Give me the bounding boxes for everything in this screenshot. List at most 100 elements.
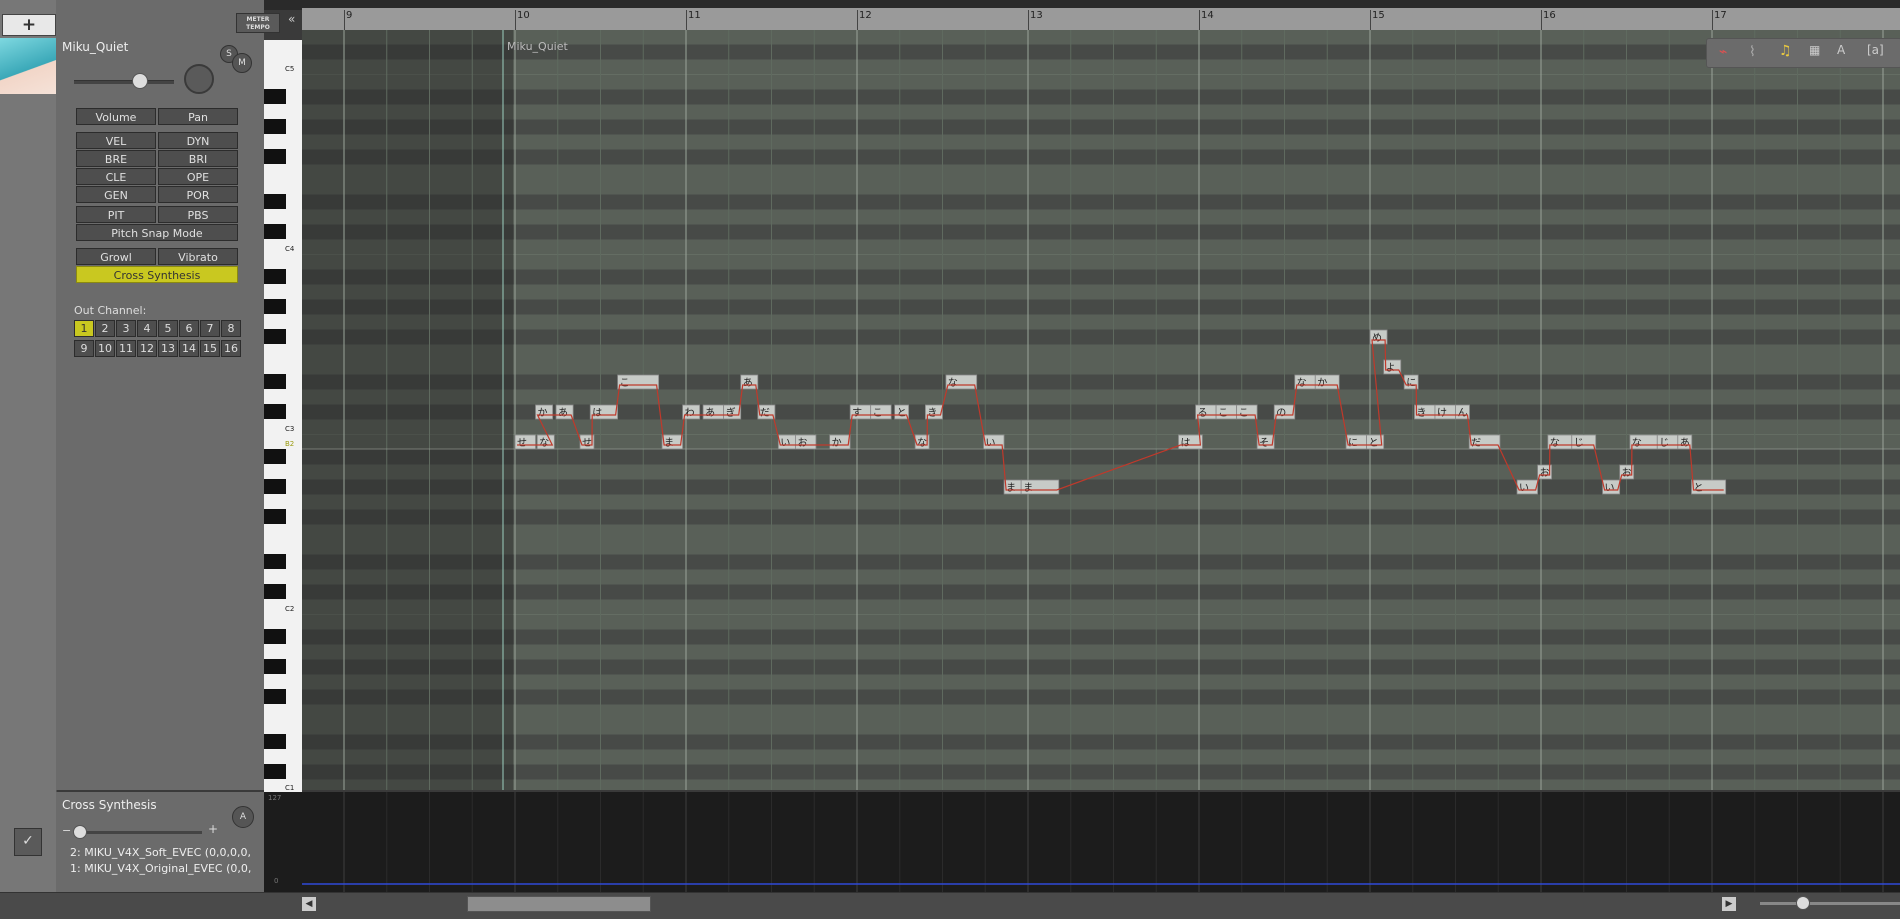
singer-avatar[interactable] — [0, 38, 56, 94]
gen-button[interactable]: GEN — [76, 186, 156, 203]
zoom-slider[interactable] — [1760, 902, 1900, 905]
piano-black-key[interactable] — [264, 554, 286, 569]
meter-tempo-button[interactable]: METER TEMPO — [236, 13, 280, 33]
pbs-button[interactable]: PBS — [158, 206, 238, 223]
out-channel-10[interactable]: 10 — [95, 340, 115, 357]
note-lyric: な — [917, 437, 927, 449]
snap-icon[interactable]: ▦ — [1809, 43, 1820, 57]
horizontal-scrollbar[interactable] — [0, 892, 1900, 919]
bar-tick — [1541, 10, 1542, 30]
volume-slider-track[interactable] — [74, 80, 174, 84]
control-min-label: 0 — [274, 877, 279, 885]
out-channel-14[interactable]: 14 — [179, 340, 199, 357]
timeline-ruler[interactable] — [302, 8, 1900, 31]
line-tool-icon[interactable]: ⌇ — [1749, 44, 1756, 60]
dyn-button[interactable]: DYN — [158, 132, 238, 149]
note-row — [302, 134, 1900, 150]
piano-roll-grid[interactable]: Miku_Quiet せなかあせはこまわあぎあだいおかすことなきないままはるここそ… — [302, 30, 1900, 790]
bar-tick — [1028, 10, 1029, 30]
tool-palette: ⌁ ⌇ ♫ ▦ A [a] — [1706, 38, 1900, 68]
vel-button[interactable]: VEL — [76, 132, 156, 149]
vibrato-button[interactable]: Vibrato — [158, 248, 238, 265]
phoneme-icon[interactable]: [a] — [1867, 43, 1884, 57]
piano-black-key[interactable] — [264, 374, 286, 389]
pit-button[interactable]: PIT — [76, 206, 156, 223]
piano-black-key[interactable] — [264, 299, 286, 314]
out-channel-6[interactable]: 6 — [179, 320, 199, 337]
cross-synthesis-slider[interactable] — [78, 831, 202, 834]
piano-black-key[interactable] — [264, 629, 286, 644]
piano-black-key[interactable] — [264, 584, 286, 599]
cle-button[interactable]: CLE — [76, 168, 156, 185]
out-channel-11[interactable]: 11 — [116, 340, 136, 357]
piano-black-key[interactable] — [264, 269, 286, 284]
note-row — [302, 374, 1900, 390]
scroll-right-icon[interactable]: ▶ — [1722, 897, 1736, 911]
pan-button[interactable]: Pan — [158, 108, 238, 125]
note-row — [302, 554, 1900, 570]
volume-slider-thumb[interactable] — [132, 73, 148, 89]
mute-button[interactable]: M — [232, 53, 252, 73]
out-channel-12[interactable]: 12 — [137, 340, 157, 357]
control-graph-canvas[interactable] — [264, 792, 1900, 892]
out-channel-5[interactable]: 5 — [158, 320, 178, 337]
note-row — [302, 194, 1900, 210]
add-track-button[interactable]: + — [2, 14, 56, 36]
note-row — [302, 284, 1900, 300]
out-channel-13[interactable]: 13 — [158, 340, 178, 357]
piano-black-key[interactable] — [264, 509, 286, 524]
zoom-slider-thumb[interactable] — [1796, 896, 1810, 910]
out-channel-4[interactable]: 4 — [137, 320, 157, 337]
piano-black-key[interactable] — [264, 764, 286, 779]
toggle-control-icon[interactable]: ✓ — [14, 828, 42, 856]
collapse-panel-icon[interactable]: « — [288, 12, 295, 26]
note-canvas[interactable]: Miku_Quietせ なか あせはこまわあぎあだいおかすことなきないま まはるここそ… — [302, 30, 1900, 790]
auto-button[interactable]: A — [232, 806, 254, 828]
note-lyric: こ — [873, 408, 883, 419]
plus-icon[interactable]: + — [208, 822, 218, 836]
pitch-snap-mode-button[interactable]: Pitch Snap Mode — [76, 224, 238, 241]
piano-black-key[interactable] — [264, 224, 286, 239]
note-row — [302, 479, 1900, 495]
por-button[interactable]: POR — [158, 186, 238, 203]
bri-button[interactable]: BRI — [158, 150, 238, 167]
piano-black-key[interactable] — [264, 689, 286, 704]
out-channel-8[interactable]: 8 — [221, 320, 241, 337]
volume-button[interactable]: Volume — [76, 108, 156, 125]
note-row — [302, 509, 1900, 525]
piano-black-key[interactable] — [264, 194, 286, 209]
piano-black-key[interactable] — [264, 89, 286, 104]
out-channel-9[interactable]: 9 — [74, 340, 94, 357]
pitch-tool-icon[interactable]: ⌁ — [1719, 44, 1727, 60]
pan-knob[interactable] — [184, 64, 214, 94]
lyric-icon[interactable]: A — [1837, 43, 1845, 57]
scrollbar-thumb[interactable] — [467, 896, 651, 912]
piano-black-key[interactable] — [264, 449, 286, 464]
cross-synthesis-button[interactable]: Cross Synthesis — [76, 266, 238, 283]
cross-synthesis-thumb[interactable] — [73, 825, 87, 839]
out-channel-7[interactable]: 7 — [200, 320, 220, 337]
piano-black-key[interactable] — [264, 734, 286, 749]
ope-button[interactable]: OPE — [158, 168, 238, 185]
out-channel-16[interactable]: 16 — [221, 340, 241, 357]
control-graph[interactable] — [264, 792, 1900, 892]
out-channel-15[interactable]: 15 — [200, 340, 220, 357]
control-max-label: 127 — [268, 794, 282, 802]
bre-button[interactable]: BRE — [76, 150, 156, 167]
minus-icon[interactable]: − — [62, 824, 71, 837]
speaker-icon[interactable]: ♫ — [1779, 43, 1792, 59]
note-lyric: お — [797, 437, 807, 449]
piano-black-key[interactable] — [264, 149, 286, 164]
piano-black-key[interactable] — [264, 404, 286, 419]
scroll-left-icon[interactable]: ◀ — [302, 897, 316, 911]
piano-black-key[interactable] — [264, 119, 286, 134]
note-row — [302, 764, 1900, 780]
growl-button[interactable]: Growl — [76, 248, 156, 265]
piano-black-key[interactable] — [264, 329, 286, 344]
piano-black-key[interactable] — [264, 659, 286, 674]
note-row — [302, 329, 1900, 345]
piano-black-key[interactable] — [264, 479, 286, 494]
out-channel-2[interactable]: 2 — [95, 320, 115, 337]
out-channel-1[interactable]: 1 — [74, 320, 94, 337]
out-channel-3[interactable]: 3 — [116, 320, 136, 337]
